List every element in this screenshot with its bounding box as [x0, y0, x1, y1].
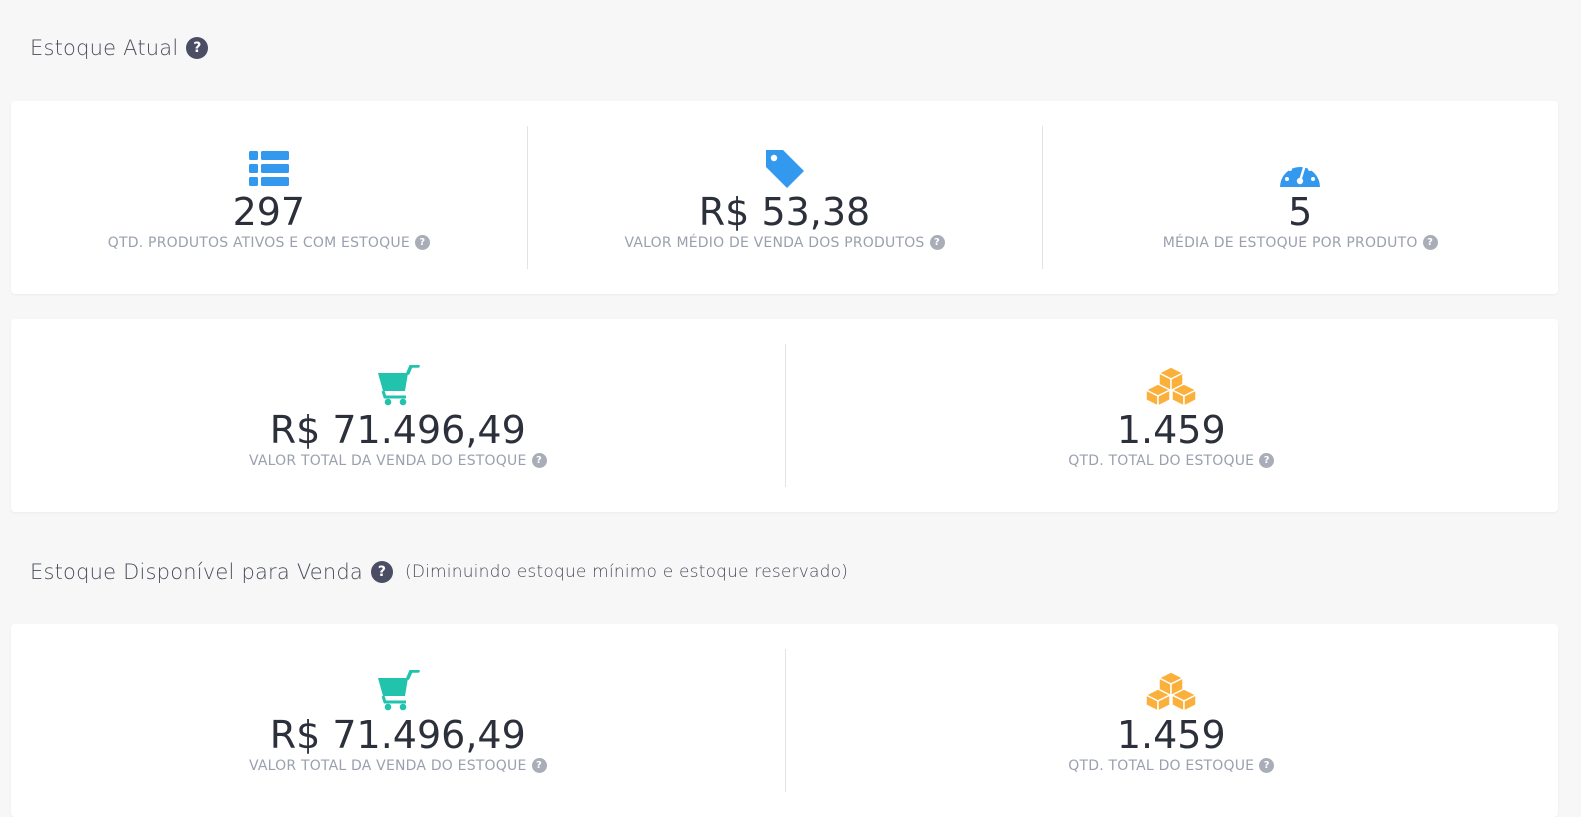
metric-value: 1.459: [1116, 712, 1226, 757]
metric-active-products: 297 QTD. PRODUTOS ATIVOS E COM ESTOQUE ?: [11, 101, 527, 294]
list-icon: [247, 145, 291, 189]
metric-label: QTD. TOTAL DO ESTOQUE ?: [1068, 757, 1275, 774]
section-title-estoque-atual: Estoque Atual ?: [30, 36, 209, 60]
help-icon[interactable]: ?: [1259, 453, 1275, 468]
metric-label-text: MÉDIA DE ESTOQUE POR PRODUTO: [1162, 234, 1418, 251]
metric-label-text: QTD. PRODUTOS ATIVOS E COM ESTOQUE: [107, 234, 410, 251]
section-title-available-stock: Estoque Disponível para Venda ? (Diminui…: [30, 560, 848, 584]
boxes-icon: [1145, 668, 1197, 712]
metric-label: VALOR MÉDIO DE VENDA DOS PRODUTOS ?: [625, 235, 945, 251]
metric-label: VALOR TOTAL DA VENDA DO ESTOQUE ?: [249, 453, 547, 469]
metric-label-text: VALOR TOTAL DA VENDA DO ESTOQUE: [248, 757, 527, 774]
metric-value: R$ 71.496,49: [269, 712, 526, 757]
metric-value: R$ 71.496,49: [269, 407, 526, 452]
metric-avg-stock-per-product: 5 MÉDIA DE ESTOQUE POR PRODUTO ?: [1042, 101, 1558, 294]
metric-value: 1.459: [1116, 407, 1226, 452]
metric-label: QTD. PRODUTOS ATIVOS E COM ESTOQUE ?: [108, 235, 430, 251]
help-icon[interactable]: ?: [414, 235, 430, 250]
metric-total-sale-value: R$ 71.496,49 VALOR TOTAL DA VENDA DO EST…: [11, 624, 785, 817]
boxes-icon: [1145, 363, 1197, 407]
help-icon[interactable]: ?: [929, 235, 945, 250]
metric-avg-sale-value: R$ 53,38 VALOR MÉDIO DE VENDA DOS PRODUT…: [526, 101, 1043, 294]
metric-value: 5: [1288, 189, 1313, 234]
help-icon[interactable]: ?: [531, 453, 547, 468]
metric-label: MÉDIA DE ESTOQUE POR PRODUTO ?: [1163, 235, 1438, 251]
metric-total-stock-qty: 1.459 QTD. TOTAL DO ESTOQUE ?: [784, 319, 1559, 512]
metric-label-text: QTD. TOTAL DO ESTOQUE: [1068, 757, 1255, 774]
metrics-card-current-stock: 297 QTD. PRODUTOS ATIVOS E COM ESTOQUE ?…: [11, 101, 1558, 294]
metric-label: QTD. TOTAL DO ESTOQUE ?: [1068, 452, 1275, 469]
help-icon[interactable]: ?: [371, 561, 393, 583]
metric-label-text: VALOR MÉDIO DE VENDA DOS PRODUTOS: [624, 234, 925, 251]
metrics-card-available-stock: R$ 71.496,49 VALOR TOTAL DA VENDA DO EST…: [11, 624, 1558, 817]
metric-label-text: VALOR TOTAL DA VENDA DO ESTOQUE: [248, 452, 527, 469]
metric-value: 297: [232, 189, 306, 234]
metric-label: VALOR TOTAL DA VENDA DO ESTOQUE ?: [249, 758, 547, 774]
section-subtitle: (Diminuindo estoque mínimo e estoque res…: [405, 562, 849, 582]
metric-label-text: QTD. TOTAL DO ESTOQUE: [1068, 452, 1255, 469]
metric-total-sale-value: R$ 71.496,49 VALOR TOTAL DA VENDA DO EST…: [11, 319, 785, 512]
cart-icon: [376, 668, 420, 712]
speedometer-icon: [1278, 145, 1322, 189]
help-icon[interactable]: ?: [186, 37, 209, 59]
help-icon[interactable]: ?: [1422, 235, 1438, 250]
help-icon[interactable]: ?: [531, 758, 547, 773]
section-title-text: Estoque Atual: [30, 36, 179, 60]
metrics-card-stock-totals: R$ 71.496,49 VALOR TOTAL DA VENDA DO EST…: [11, 319, 1558, 512]
section-title-text: Estoque Disponível para Venda: [30, 560, 363, 584]
tag-icon: [763, 145, 807, 189]
help-icon[interactable]: ?: [1259, 758, 1275, 773]
metric-value: R$ 53,38: [698, 189, 871, 234]
metric-total-stock-qty: 1.459 QTD. TOTAL DO ESTOQUE ?: [784, 624, 1559, 817]
cart-icon: [376, 363, 420, 407]
